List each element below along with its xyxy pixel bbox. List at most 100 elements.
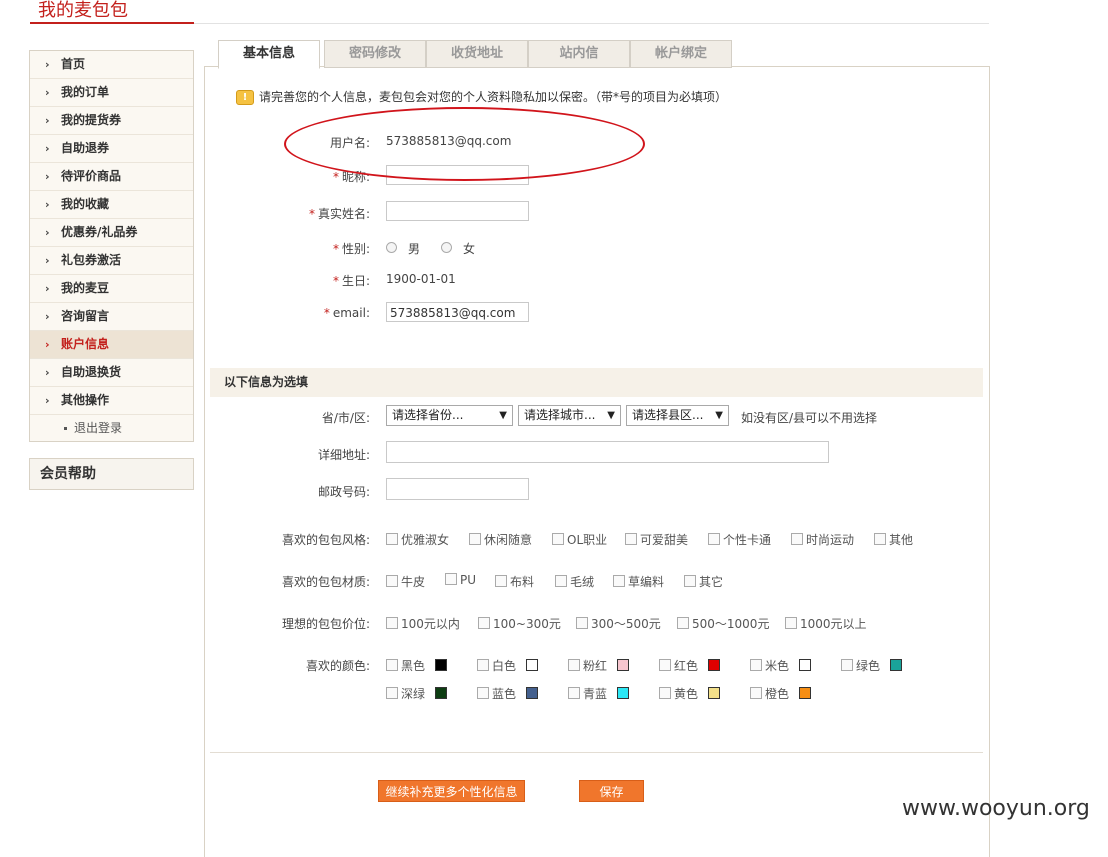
style-checkbox[interactable]: 其他: [874, 531, 913, 548]
color-swatch: [526, 659, 539, 671]
section-divider: [210, 752, 983, 753]
gender-male-label: 男: [408, 242, 421, 256]
color-swatch: [617, 659, 630, 671]
sidebar-item-inquiries[interactable]: › 咨询留言: [30, 303, 193, 331]
color-checkbox-white[interactable]: 白色: [477, 657, 539, 674]
material-label: 喜欢的包包材质:: [281, 575, 370, 589]
realname-label: * 真实姓名:: [308, 207, 370, 221]
chevron-right-icon: ›: [45, 226, 50, 239]
province-select[interactable]: 请选择省份... ▼: [386, 405, 513, 426]
bullet-icon: [64, 427, 67, 430]
material-checkbox[interactable]: 草编料: [613, 573, 664, 590]
color-checkbox-dark-green[interactable]: 深绿: [386, 685, 448, 702]
gender-female-radio[interactable]: [441, 242, 452, 253]
chevron-right-icon: ›: [45, 310, 50, 323]
chevron-right-icon: ›: [45, 198, 50, 211]
color-swatch: [708, 659, 721, 671]
tab-address[interactable]: 收货地址: [426, 40, 528, 68]
dropdown-arrow-icon: ▼: [607, 410, 615, 421]
more-info-button[interactable]: 继续补充更多个性化信息: [378, 780, 525, 802]
color-swatch: [799, 659, 812, 671]
price-checkbox[interactable]: 300～500元: [576, 615, 661, 632]
sidebar-item-returns[interactable]: › 自助退换货: [30, 359, 193, 387]
birthday-value: 1900-01-01: [386, 272, 456, 286]
sidebar-item-beans[interactable]: › 我的麦豆: [30, 275, 193, 303]
style-label: 喜欢的包包风格:: [281, 533, 370, 547]
sidebar-item-orders[interactable]: › 我的订单: [30, 79, 193, 107]
realname-field[interactable]: [386, 201, 529, 221]
material-checkbox[interactable]: PU: [445, 573, 476, 587]
member-help-title: 会员帮助: [40, 466, 96, 482]
material-checkbox[interactable]: 布料: [495, 573, 534, 590]
color-label: 喜欢的颜色:: [305, 659, 370, 673]
sidebar-item-coupons[interactable]: › 优惠券/礼品券: [30, 219, 193, 247]
style-checkbox[interactable]: 休闲随意: [469, 531, 532, 548]
material-checkbox[interactable]: 牛皮: [386, 573, 425, 590]
birthday-label: * 生日:: [332, 274, 370, 288]
price-checkbox[interactable]: 100~300元: [478, 615, 561, 632]
style-checkbox[interactable]: 可爱甜美: [625, 531, 688, 548]
notice: ! 请完善您的个人信息，麦包包会对您的个人资料隐私加以保密。（带*号的项目为必填项…: [236, 88, 727, 105]
address-field[interactable]: [386, 441, 829, 463]
sidebar-item-refund-voucher[interactable]: › 自助退券: [30, 135, 193, 163]
color-checkbox-black[interactable]: 黑色: [386, 657, 448, 674]
chevron-right-icon: ›: [45, 394, 50, 407]
member-help-box[interactable]: 会员帮助: [29, 458, 194, 490]
page-title: 我的麦包包: [38, 0, 128, 21]
zip-field[interactable]: [386, 478, 529, 500]
chevron-right-icon: ›: [45, 86, 50, 99]
email-field[interactable]: 573885813@qq.com: [386, 302, 529, 322]
email-label: * email:: [323, 306, 370, 320]
save-button[interactable]: 保存: [579, 780, 644, 802]
chevron-right-icon: ›: [45, 58, 50, 71]
chevron-right-icon: ›: [45, 282, 50, 295]
chevron-right-icon: ›: [45, 114, 50, 127]
price-checkbox[interactable]: 500～1000元: [677, 615, 769, 632]
tab-account-binding[interactable]: 帐户绑定: [630, 40, 732, 68]
chevron-right-icon: ›: [45, 254, 50, 267]
sidebar-item-account-info[interactable]: › 账户信息: [30, 331, 193, 359]
color-checkbox-cyan[interactable]: 青蓝: [568, 685, 630, 702]
sidebar-item-favorites[interactable]: › 我的收藏: [30, 191, 193, 219]
price-checkbox[interactable]: 100元以内: [386, 615, 460, 632]
sidebar-item-logout[interactable]: 退出登录: [30, 415, 193, 441]
chevron-right-icon: ›: [45, 170, 50, 183]
color-checkbox-beige[interactable]: 米色: [750, 657, 812, 674]
color-swatch: [890, 659, 903, 671]
color-checkbox-pink[interactable]: 粉红: [568, 657, 630, 674]
color-checkbox-orange[interactable]: 橙色: [750, 685, 812, 702]
gender-male-radio[interactable]: [386, 242, 397, 253]
tab-password[interactable]: 密码修改: [324, 40, 426, 68]
color-swatch: [799, 687, 812, 699]
style-checkbox[interactable]: 优雅淑女: [386, 531, 449, 548]
county-select[interactable]: 请选择县区... ▼: [626, 405, 729, 426]
price-checkbox[interactable]: 1000元以上: [785, 615, 867, 632]
zip-label: 邮政号码:: [317, 485, 370, 499]
annotation-oval: [284, 107, 645, 181]
material-checkbox[interactable]: 毛绒: [555, 573, 594, 590]
tab-basic-info[interactable]: 基本信息: [218, 40, 320, 69]
sidebar-item-pending-reviews[interactable]: › 待评价商品: [30, 163, 193, 191]
chevron-right-icon: ›: [45, 142, 50, 155]
sidebar-item-home[interactable]: › 首页: [30, 51, 193, 79]
style-checkbox[interactable]: 时尚运动: [791, 531, 854, 548]
sidebar-item-other[interactable]: › 其他操作: [30, 387, 193, 415]
optional-section-header: 以下信息为选填: [210, 368, 983, 397]
city-select[interactable]: 请选择城市... ▼: [518, 405, 621, 426]
title-underline: [30, 22, 194, 24]
material-checkbox[interactable]: 其它: [684, 573, 723, 590]
sidebar-item-vouchers[interactable]: › 我的提货券: [30, 107, 193, 135]
sidebar-item-gift-activation[interactable]: › 礼包券激活: [30, 247, 193, 275]
color-checkbox-yellow[interactable]: 黄色: [659, 685, 721, 702]
color-checkbox-red[interactable]: 红色: [659, 657, 721, 674]
region-label: 省/市/区:: [321, 411, 370, 425]
color-swatch: [526, 687, 539, 699]
region-hint: 如没有区/县可以不用选择: [741, 411, 878, 425]
color-swatch: [708, 687, 721, 699]
style-checkbox[interactable]: OL职业: [552, 531, 607, 548]
color-checkbox-blue[interactable]: 蓝色: [477, 685, 539, 702]
watermark: www.wooyun.org: [902, 796, 1090, 821]
color-checkbox-green[interactable]: 绿色: [841, 657, 903, 674]
tab-messages[interactable]: 站内信: [528, 40, 630, 68]
style-checkbox[interactable]: 个性卡通: [708, 531, 771, 548]
